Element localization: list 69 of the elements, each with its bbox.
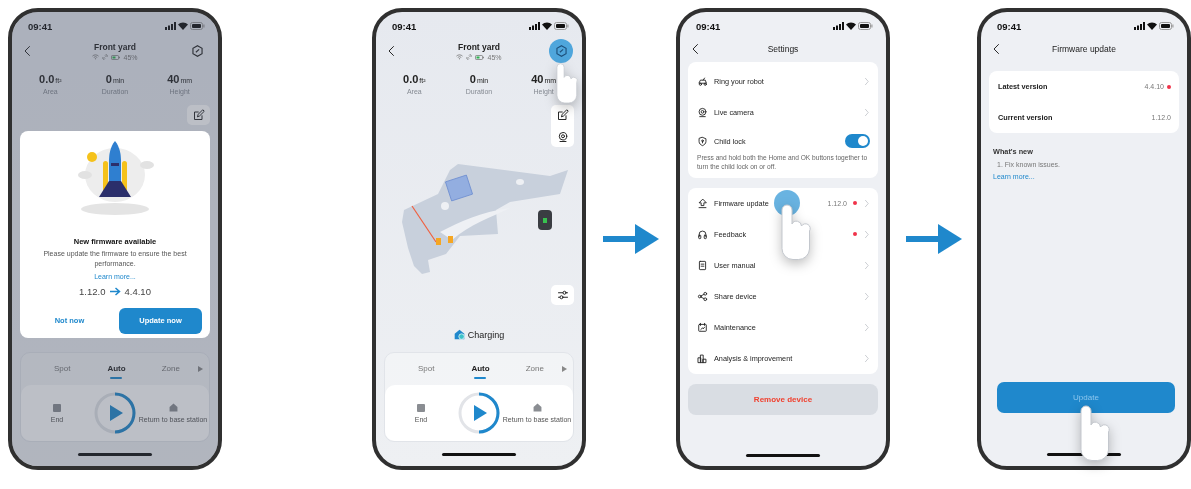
chevron-right-icon <box>863 198 870 208</box>
edit-icon[interactable] <box>192 109 205 121</box>
chevron-right-icon <box>863 108 870 117</box>
calendar-icon <box>697 321 708 333</box>
house-icon <box>168 403 178 412</box>
right-caret-icon[interactable] <box>562 366 567 372</box>
device-title: Front yard <box>94 41 136 52</box>
charging-station-icon <box>453 329 465 340</box>
battery-icon <box>858 22 873 30</box>
stop-icon <box>53 403 61 412</box>
link-icon <box>466 54 473 60</box>
settings-icon <box>554 44 568 58</box>
version-from: 1.12.0 <box>79 285 106 297</box>
battery-icon <box>111 54 121 60</box>
signal-icon <box>529 22 540 30</box>
settings-icon <box>190 44 204 58</box>
signal-icon <box>1134 22 1145 30</box>
wifi-icon <box>1147 22 1157 30</box>
screen-title: Firmware update <box>1052 44 1116 54</box>
chevron-right-icon <box>863 322 870 332</box>
status-time: 09:41 <box>28 20 53 32</box>
status-time: 09:41 <box>392 20 417 32</box>
link-icon <box>102 54 109 60</box>
battery-icon <box>1159 22 1174 30</box>
play-button[interactable] <box>458 392 500 434</box>
signal-icon <box>165 22 176 30</box>
battery-icon <box>190 22 205 30</box>
chevron-right-icon <box>863 291 870 301</box>
wifi-icon <box>542 22 552 30</box>
headphones-icon <box>697 228 708 240</box>
wifi-icon <box>178 22 188 30</box>
flow-arrow-icon <box>905 224 962 254</box>
settings-button[interactable] <box>549 39 573 63</box>
signal-icon <box>833 22 844 30</box>
status-time: 09:41 <box>696 20 721 32</box>
chevron-right-icon <box>863 229 870 239</box>
mode-tab[interactable]: Auto <box>89 361 144 377</box>
wifi-icon <box>846 22 856 30</box>
share-icon <box>697 290 708 302</box>
sliders-icon[interactable] <box>556 289 569 301</box>
play-button[interactable] <box>94 392 136 434</box>
shield-icon <box>697 135 708 147</box>
status-time: 09:41 <box>997 20 1022 32</box>
flow-arrow-icon <box>603 224 659 254</box>
edit-icon[interactable] <box>556 109 569 121</box>
mode-tab[interactable]: Zone <box>507 361 562 377</box>
chevron-right-icon <box>863 77 870 86</box>
battery-icon <box>475 54 485 60</box>
wifi-icon <box>456 54 464 60</box>
battery-icon <box>554 22 569 30</box>
toggle-switch[interactable] <box>845 134 870 148</box>
bar-chart-icon <box>697 352 708 364</box>
robot-icon <box>697 76 708 87</box>
document-icon <box>697 259 708 271</box>
chevron-right-icon <box>863 260 870 270</box>
screen-title: Settings <box>767 44 799 54</box>
charging-status: Charging <box>467 329 505 340</box>
version-to: 4.4.10 <box>124 285 151 297</box>
camera-icon <box>697 107 708 118</box>
camera-icon[interactable] <box>556 131 569 143</box>
upload-icon <box>697 197 708 209</box>
arrow-icon <box>109 286 121 296</box>
chevron-right-icon <box>863 353 870 363</box>
wifi-icon <box>92 54 100 60</box>
mode-tab[interactable]: Auto <box>453 361 508 377</box>
stop-icon <box>417 403 425 412</box>
device-title: Front yard <box>458 41 500 52</box>
mode-tab[interactable]: Spot <box>399 361 454 377</box>
house-icon <box>532 403 542 412</box>
